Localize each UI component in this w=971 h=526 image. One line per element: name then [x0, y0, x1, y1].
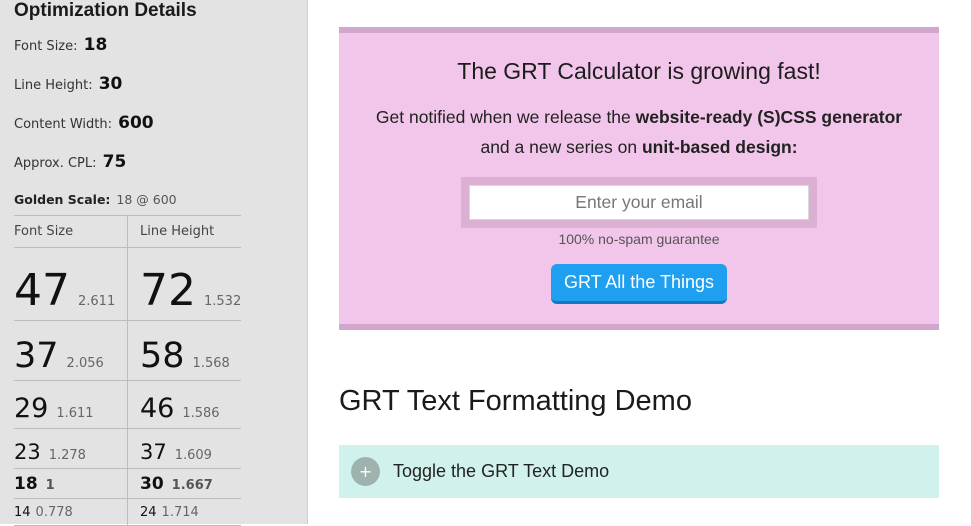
notify-line-1: Get notified when we release the website… [375, 107, 903, 127]
line-height-label: Line Height: [14, 78, 93, 93]
content-width-stat: Content Width: 600 [14, 113, 154, 133]
line-height-value: 30 [98, 74, 123, 94]
table-row: 29 1.611 46 1.586 [14, 381, 241, 429]
font-size-cell: 14 0.778 [14, 505, 73, 520]
line-height-cell: 30 1.667 [140, 474, 213, 494]
table-header: Font Size Line Height [14, 216, 241, 248]
content-width-label: Content Width: [14, 117, 112, 132]
optimization-sidebar: Optimization Details Font Size: 18 Line … [0, 0, 308, 526]
email-field-wrapper [461, 177, 817, 228]
table-row: 37 2.056 58 1.568 [14, 321, 241, 381]
font-size-label: Font Size: [14, 39, 78, 54]
golden-scale-value: 18 @ 600 [116, 192, 177, 207]
notify-border-bottom [339, 324, 939, 330]
header-line-height: Line Height [140, 224, 215, 239]
header-font-size: Font Size [14, 224, 74, 239]
table-row: 23 1.278 37 1.609 [14, 429, 241, 469]
font-size-value: 18 [83, 35, 108, 55]
font-size-cell: 37 2.056 [14, 336, 104, 376]
email-input[interactable] [469, 185, 809, 220]
notify-box: The GRT Calculator is growing fast! Get … [339, 33, 939, 324]
line-height-stat: Line Height: 30 [14, 74, 122, 94]
grt-all-the-things-button[interactable]: GRT All the Things [551, 264, 727, 304]
no-spam-guarantee: 100% no-spam guarantee [558, 231, 720, 247]
notify-title: The GRT Calculator is growing fast! [457, 58, 821, 84]
cpl-stat: Approx. CPL: 75 [14, 152, 126, 172]
scale-table: Font Size Line Height 47 2.611 72 1.532 37… [14, 215, 241, 526]
sidebar-title: Optimization Details [14, 0, 197, 21]
font-size-cell: 47 2.611 [14, 265, 116, 316]
font-size-cell: 23 1.278 [14, 440, 86, 464]
golden-scale: Golden Scale: 18 @ 600 [14, 192, 177, 207]
line-height-cell: 24 1.714 [140, 505, 199, 520]
table-row: 47 2.611 72 1.532 [14, 248, 241, 321]
table-row-current: 18 1 30 1.667 [14, 469, 241, 499]
notify-line-2: and a new series on unit-based design: [480, 137, 798, 157]
cpl-value: 75 [102, 152, 127, 172]
line-height-cell: 37 1.609 [140, 440, 212, 464]
toggle-demo-button[interactable]: + Toggle the GRT Text Demo [339, 445, 939, 498]
cpl-label: Approx. CPL: [14, 156, 97, 171]
font-size-cell: 29 1.611 [14, 393, 94, 424]
plus-icon: + [351, 457, 380, 486]
font-size-stat: Font Size: 18 [14, 35, 107, 55]
golden-scale-label: Golden Scale: [14, 192, 111, 207]
line-height-cell: 46 1.586 [140, 393, 220, 424]
font-size-cell: 18 1 [14, 474, 55, 494]
table-row: 14 0.778 24 1.714 [14, 499, 241, 526]
line-height-cell: 58 1.568 [140, 336, 230, 376]
line-height-cell: 72 1.532 [140, 265, 242, 316]
demo-heading: GRT Text Formatting Demo [339, 385, 692, 417]
toggle-demo-label: Toggle the GRT Text Demo [393, 461, 610, 481]
content-width-value: 600 [118, 113, 154, 133]
